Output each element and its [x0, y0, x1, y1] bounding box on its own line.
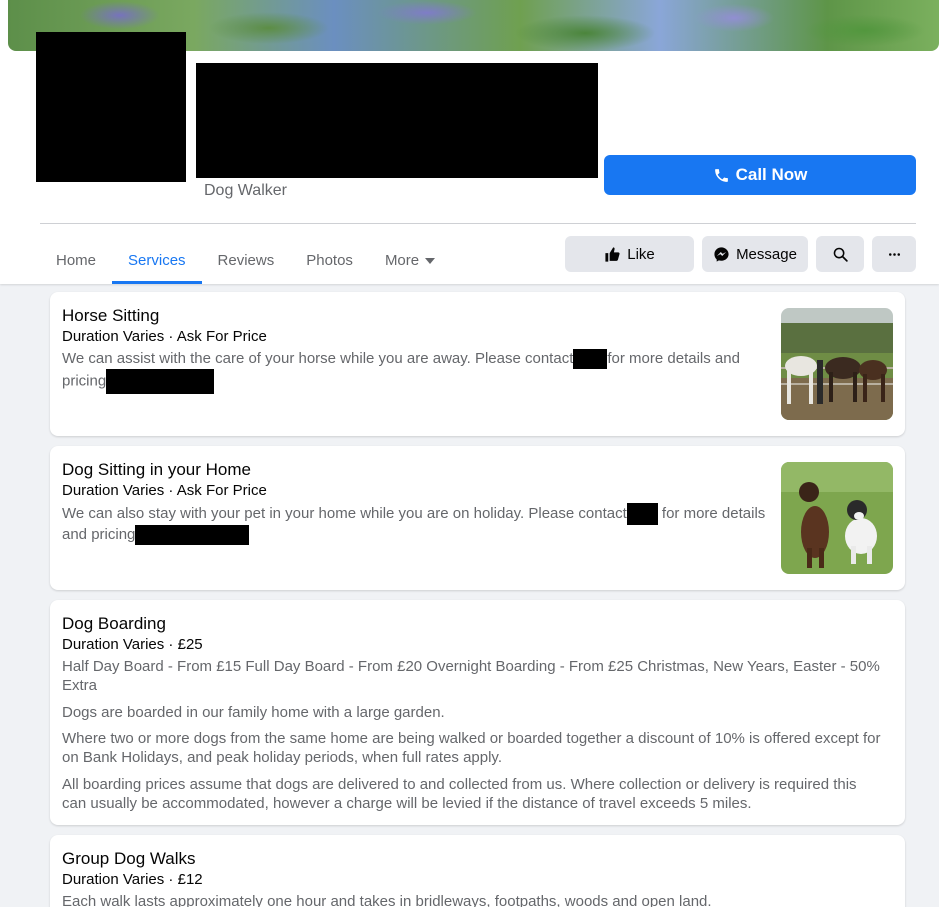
tab-services[interactable]: Services: [112, 236, 202, 284]
service-photo-dogs[interactable]: [781, 462, 893, 574]
redacted-contact: [135, 525, 250, 546]
service-card-horse-sitting[interactable]: Horse Sitting Duration Varies · Ask For …: [50, 292, 905, 436]
page-tabs: Home Services Reviews Photos More: [40, 236, 451, 284]
call-now-label: Call Now: [735, 165, 808, 184]
service-paragraph: Half Day Board - From £15 Full Day Board…: [62, 658, 880, 694]
more-options-button[interactable]: [872, 236, 916, 272]
page-name-redacted: [196, 63, 598, 178]
call-now-button[interactable]: Call Now: [604, 155, 916, 195]
search-icon: [833, 247, 848, 262]
service-meta: Duration Varies · £25: [62, 636, 203, 653]
service-title: Dog Sitting in your Home: [62, 460, 251, 479]
redacted-contact: [573, 349, 608, 370]
service-paragraph: All boarding prices assume that dogs are…: [62, 776, 857, 812]
tab-reviews[interactable]: Reviews: [202, 236, 291, 284]
service-photo-horses[interactable]: [781, 308, 893, 420]
page-category: Dog Walker: [204, 182, 287, 199]
profile-picture-redacted[interactable]: [36, 32, 186, 182]
redacted-contact: [106, 369, 215, 395]
service-description: We can also stay with your pet in your h…: [62, 503, 772, 546]
service-card-dog-boarding[interactable]: Dog Boarding Duration Varies · £25 Half …: [50, 600, 905, 825]
service-paragraph: Each walk lasts approximately one hour a…: [62, 893, 712, 907]
service-title: Dog Boarding: [62, 614, 166, 633]
service-paragraph: Where two or more dogs from the same hom…: [62, 730, 881, 766]
page-header: Dog Walker Call Now Home Services Review…: [0, 0, 939, 284]
phone-icon: [714, 168, 728, 182]
messenger-icon: [714, 246, 729, 262]
tab-home[interactable]: Home: [40, 236, 112, 284]
service-card-dog-sitting[interactable]: Dog Sitting in your Home Duration Varies…: [50, 446, 905, 590]
service-title: Group Dog Walks: [62, 849, 196, 868]
service-meta: Duration Varies · Ask For Price: [62, 328, 267, 345]
service-card-group-dog-walks[interactable]: Group Dog Walks Duration Varies · £12 Ea…: [50, 835, 905, 907]
like-label: Like: [627, 245, 655, 263]
service-paragraph: Dogs are boarded in our family home with…: [62, 704, 445, 721]
like-button[interactable]: Like: [565, 236, 694, 272]
service-description: We can assist with the care of your hors…: [62, 349, 752, 395]
caret-down-icon: [425, 257, 436, 264]
service-meta: Duration Varies · £12: [62, 871, 203, 888]
redacted-contact: [626, 503, 658, 525]
tab-photos[interactable]: Photos: [290, 236, 369, 284]
service-meta: Duration Varies · Ask For Price: [62, 482, 267, 499]
message-button[interactable]: Message: [702, 236, 808, 272]
thumbs-up-icon: [605, 246, 620, 262]
message-label: Message: [736, 245, 797, 263]
service-title: Horse Sitting: [62, 306, 160, 325]
ellipsis-icon: [888, 252, 900, 256]
search-button[interactable]: [816, 236, 864, 272]
tab-more[interactable]: More: [369, 236, 451, 284]
header-divider: [40, 223, 916, 224]
